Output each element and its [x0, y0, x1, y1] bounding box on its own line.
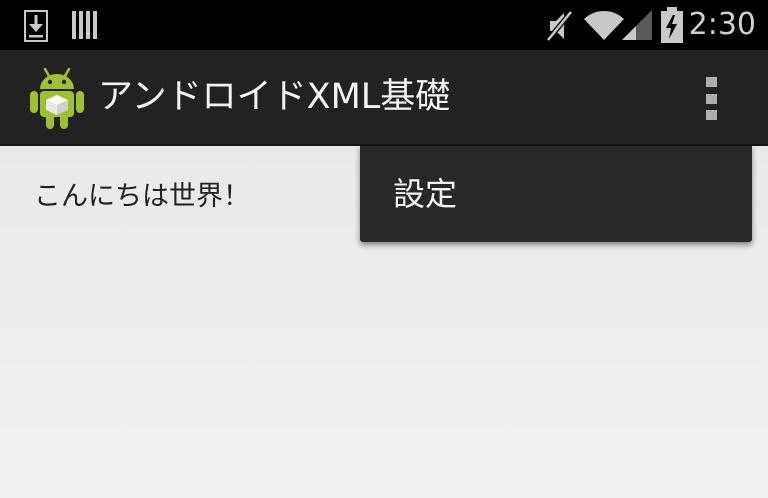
- action-bar: アンドロイドXML基礎: [0, 50, 768, 146]
- battery-charging-icon: [661, 7, 683, 43]
- download-notification-icon: [24, 10, 48, 42]
- wifi-icon: [584, 11, 624, 40]
- hello-text: こんにちは世界！: [34, 181, 250, 212]
- app-title: アンドロイドXML基礎: [98, 77, 451, 117]
- menu-item-label: 設定: [393, 175, 458, 213]
- status-bar: 2:30: [0, 0, 768, 50]
- barcode-notification-icon: [72, 11, 97, 39]
- android-app-icon[interactable]: [28, 66, 86, 130]
- overflow-popup-menu: 設定: [360, 146, 752, 242]
- cell-signal-icon: [622, 10, 652, 40]
- mute-icon: [546, 10, 573, 42]
- clock: 2:30: [688, 7, 756, 42]
- overflow-menu-button[interactable]: [692, 70, 732, 128]
